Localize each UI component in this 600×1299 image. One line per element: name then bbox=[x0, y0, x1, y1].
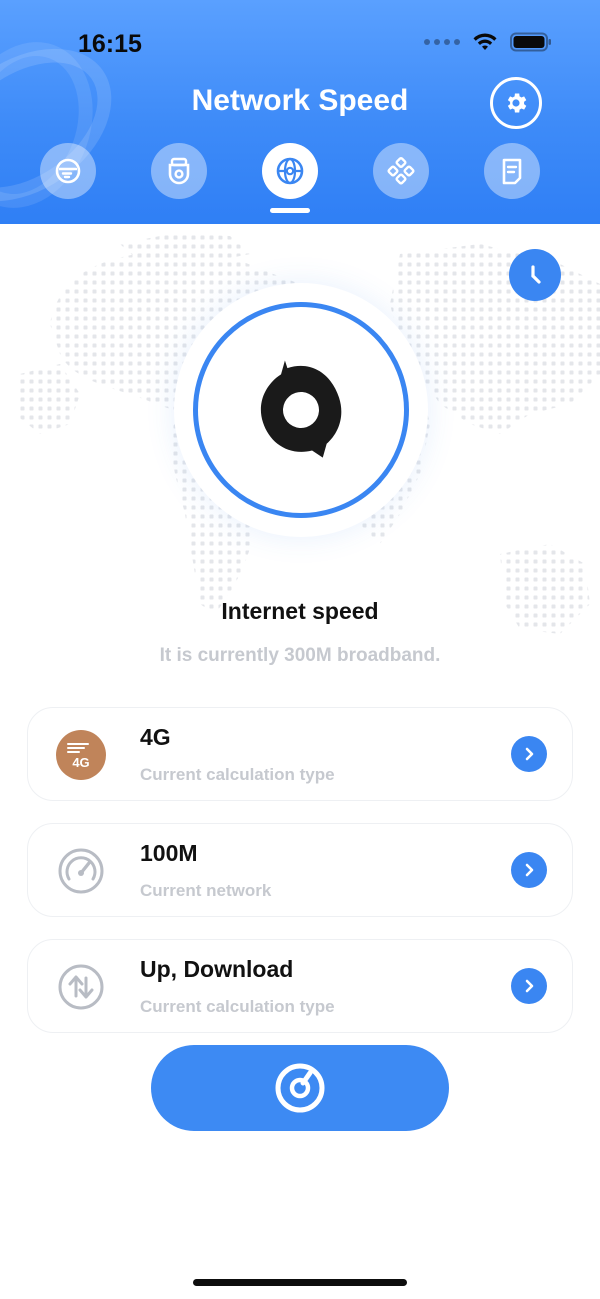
speedometer-icon bbox=[56, 846, 106, 896]
wifi-router-icon bbox=[55, 158, 81, 184]
status-time: 16:15 bbox=[78, 30, 142, 58]
up-down-arrows-icon bbox=[56, 962, 106, 1012]
gear-icon bbox=[507, 93, 527, 113]
speed-subtitle: It is currently 300M broadband. bbox=[159, 645, 441, 666]
card-title: 4G bbox=[140, 724, 171, 750]
signal-dots-icon bbox=[424, 39, 460, 45]
speed-gauge[interactable] bbox=[174, 283, 428, 537]
status-icons bbox=[424, 32, 552, 52]
card-subtitle: Current calculation type bbox=[140, 997, 335, 1016]
clock-icon bbox=[531, 265, 541, 284]
card-network[interactable]: 100M Current network bbox=[27, 823, 573, 917]
grid-icon bbox=[387, 156, 415, 185]
card-calculation-type[interactable]: 4G 4G Current calculation type bbox=[27, 707, 573, 801]
tab-router[interactable] bbox=[40, 143, 96, 199]
chevron-right-icon[interactable] bbox=[511, 968, 547, 1004]
4g-badge-text: 4G bbox=[72, 755, 89, 770]
refresh-spinner-icon bbox=[260, 360, 342, 458]
home-indicator bbox=[193, 1279, 407, 1286]
camera-icon bbox=[168, 157, 190, 185]
history-button[interactable] bbox=[509, 249, 561, 301]
tab-bar bbox=[40, 143, 540, 199]
card-subtitle: Current calculation type bbox=[140, 765, 335, 784]
settings-button[interactable] bbox=[490, 77, 542, 129]
speedometer-icon bbox=[275, 1063, 325, 1113]
4g-icon: 4G bbox=[56, 730, 106, 780]
gauge-ring bbox=[193, 302, 409, 518]
chevron-right-icon[interactable] bbox=[511, 852, 547, 888]
tab-tools[interactable] bbox=[373, 143, 429, 199]
card-up-download[interactable]: Up, Download Current calculation type bbox=[27, 939, 573, 1033]
tab-report[interactable] bbox=[484, 143, 540, 199]
tab-indicator bbox=[270, 208, 310, 213]
card-title: Up, Download bbox=[140, 956, 294, 982]
chevron-right-icon[interactable] bbox=[511, 736, 547, 772]
tab-network-speed[interactable] bbox=[262, 143, 318, 199]
globe-icon bbox=[276, 157, 304, 185]
wifi-icon bbox=[473, 33, 497, 50]
battery-icon bbox=[510, 32, 551, 52]
tab-camera[interactable] bbox=[151, 143, 207, 199]
card-title: 100M bbox=[140, 840, 198, 866]
header: 16:15 Network Speed bbox=[0, 0, 600, 224]
start-test-button[interactable] bbox=[151, 1045, 449, 1131]
document-icon bbox=[502, 158, 522, 185]
card-subtitle: Current network bbox=[140, 881, 272, 900]
speed-title: Internet speed bbox=[221, 598, 379, 624]
